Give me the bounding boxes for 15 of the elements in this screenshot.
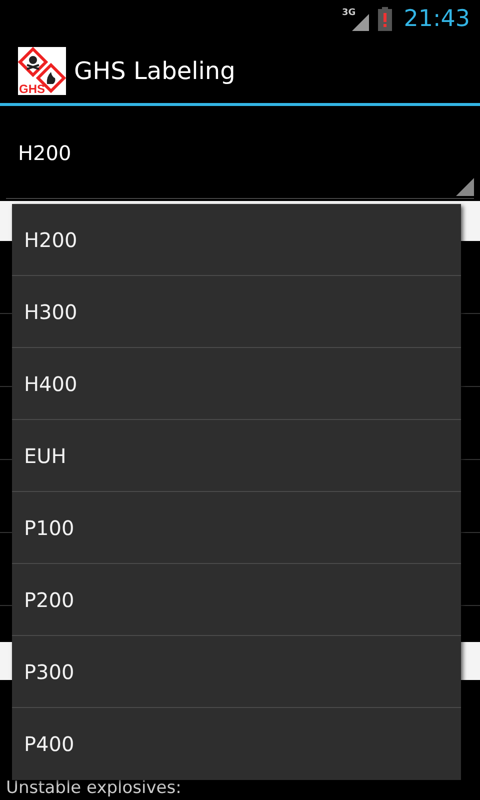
dropdown-option[interactable]: P400 bbox=[12, 708, 461, 780]
dropdown-option[interactable]: P200 bbox=[12, 564, 461, 636]
dropdown-option[interactable]: H400 bbox=[12, 348, 461, 420]
dropdown-option[interactable]: P100 bbox=[12, 492, 461, 564]
dropdown-option[interactable]: EUH bbox=[12, 420, 461, 492]
body-text: Unstable explosives: bbox=[5, 778, 182, 798]
app-logo: GHS bbox=[18, 46, 66, 94]
dropdown-option[interactable]: H300 bbox=[12, 276, 461, 348]
dropdown-arrow-icon bbox=[456, 178, 474, 196]
dropdown-option[interactable]: H200 bbox=[12, 204, 461, 276]
clock-time: 21:43 bbox=[404, 8, 470, 30]
dropdown-option[interactable]: P300 bbox=[12, 636, 461, 708]
dropdown-spinner[interactable]: H200 bbox=[6, 106, 474, 199]
battery-alert-icon bbox=[378, 7, 392, 31]
app-title: GHS Labeling bbox=[74, 56, 236, 86]
